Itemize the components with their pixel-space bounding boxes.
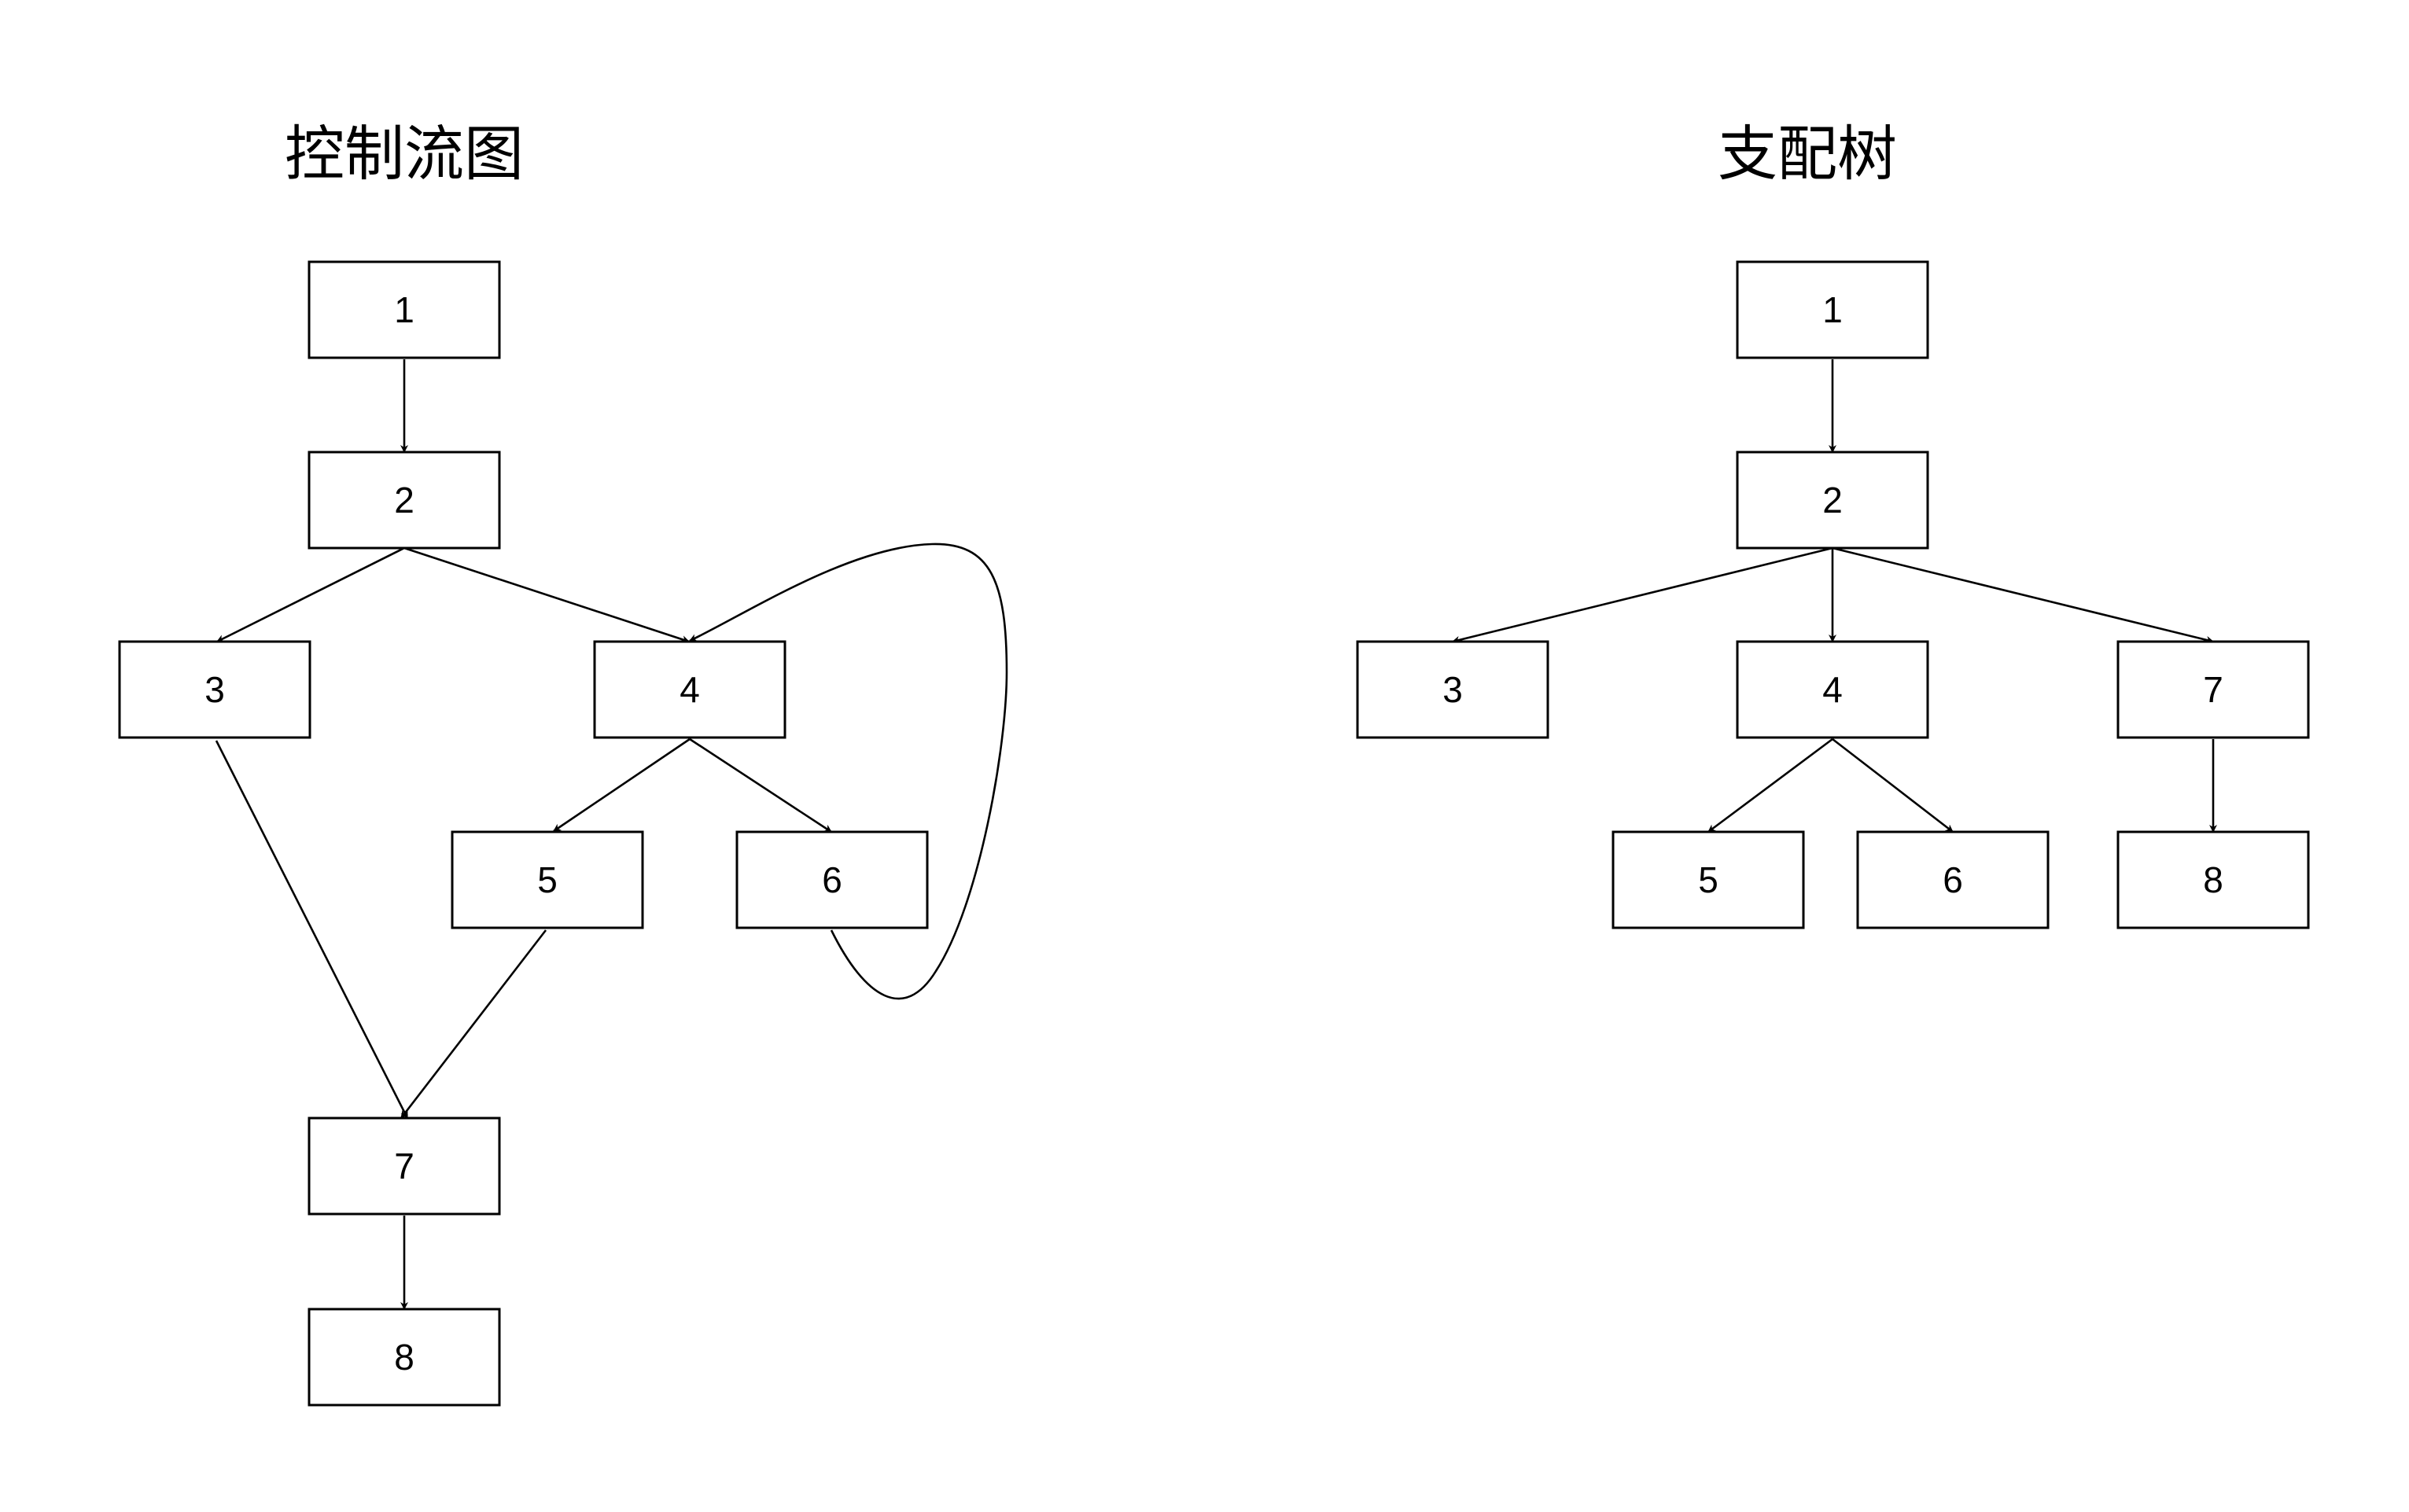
cfg-node-3-label: 3 — [204, 669, 225, 710]
cfg-node-8-label: 8 — [394, 1337, 414, 1378]
domtree-node-7-label: 7 — [2203, 669, 2223, 710]
domtree-node-3: 3 — [1356, 640, 1549, 739]
cfg-node-4-label: 4 — [680, 669, 700, 710]
domtree-edge-4-6 — [1832, 738, 1954, 833]
cfg-node-6-label: 6 — [822, 859, 842, 900]
diagram-canvas: 控制流图 1 2 3 4 5 6 7 8 支配树 1 2 3 4 7 5 6 8 — [118, 119, 2310, 1407]
domtree-node-6-label: 6 — [1943, 859, 1963, 900]
domtree-edge-4-5 — [1707, 738, 1833, 833]
cfg-title: 控制流图 — [285, 119, 524, 189]
domtree-edge-2-3 — [1452, 546, 1833, 644]
cfg-edge-4-6 — [689, 738, 832, 833]
domtree-node-2: 2 — [1736, 451, 1929, 550]
domtree-node-5: 5 — [1612, 830, 1805, 929]
cfg-edge-5-7 — [400, 929, 547, 1119]
cfg-node-8: 8 — [308, 1308, 501, 1407]
domtree-title: 支配树 — [1718, 119, 1897, 189]
cfg-node-6: 6 — [735, 830, 929, 929]
domtree-node-1-label: 1 — [1822, 289, 1843, 330]
cfg-node-1-label: 1 — [394, 289, 414, 330]
cfg-edge-2-4 — [403, 546, 690, 643]
cfg-node-2-label: 2 — [394, 480, 414, 521]
cfg-node-5: 5 — [451, 830, 644, 929]
domtree-node-5-label: 5 — [1698, 859, 1718, 900]
control-flow-graph: 控制流图 1 2 3 4 5 6 7 8 — [118, 119, 1008, 1407]
cfg-edge-3-7 — [215, 740, 409, 1119]
domtree-node-1: 1 — [1736, 260, 1929, 359]
domtree-node-6: 6 — [1856, 830, 2050, 929]
cfg-node-5-label: 5 — [537, 859, 558, 900]
domtree-node-2-label: 2 — [1822, 480, 1843, 521]
cfg-node-3: 3 — [118, 640, 311, 739]
domtree-node-8-label: 8 — [2203, 859, 2223, 900]
dominator-tree: 支配树 1 2 3 4 7 5 6 8 — [1356, 119, 2310, 929]
domtree-node-3-label: 3 — [1442, 669, 1463, 710]
cfg-node-4: 4 — [593, 640, 786, 739]
cfg-node-7: 7 — [308, 1117, 501, 1216]
domtree-node-7: 7 — [2116, 640, 2310, 739]
domtree-node-8: 8 — [2116, 830, 2310, 929]
domtree-edges — [1452, 359, 2217, 833]
cfg-node-1: 1 — [308, 260, 501, 359]
domtree-node-4: 4 — [1736, 640, 1929, 739]
domtree-edge-2-7 — [1832, 546, 2214, 644]
cfg-node-7-label: 7 — [394, 1146, 414, 1186]
cfg-nodes: 1 2 3 4 5 6 7 8 — [118, 260, 929, 1407]
cfg-edge-4-5 — [553, 738, 691, 833]
domtree-node-4-label: 4 — [1822, 669, 1843, 710]
cfg-edge-2-3 — [216, 546, 405, 643]
cfg-node-2: 2 — [308, 451, 501, 550]
